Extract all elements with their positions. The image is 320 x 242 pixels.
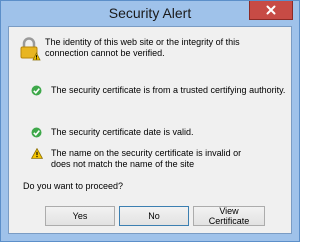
title-bar[interactable]: Security Alert bbox=[1, 1, 299, 26]
security-alert-dialog: Security Alert The identity of this web … bbox=[0, 0, 300, 242]
yes-button[interactable]: Yes bbox=[45, 206, 115, 226]
status-name-invalid: The name on the security certificate is … bbox=[51, 148, 242, 169]
dialog-body: The identity of this web site or the int… bbox=[8, 26, 292, 234]
close-button[interactable] bbox=[249, 1, 293, 20]
status-date-valid: The security certificate date is valid. bbox=[51, 127, 194, 137]
padlock-warning-icon bbox=[20, 37, 41, 61]
view-certificate-button[interactable]: View Certificate bbox=[193, 206, 265, 226]
close-icon bbox=[266, 5, 276, 15]
warning-icon bbox=[31, 148, 43, 159]
intro-text: The identity of this web site or the int… bbox=[45, 37, 240, 58]
check-icon bbox=[31, 85, 42, 96]
no-button[interactable]: No bbox=[119, 206, 189, 226]
proceed-question: Do you want to proceed? bbox=[23, 181, 124, 191]
check-icon bbox=[31, 127, 42, 138]
status-trusted-authority: The security certificate is from a trust… bbox=[51, 85, 286, 95]
